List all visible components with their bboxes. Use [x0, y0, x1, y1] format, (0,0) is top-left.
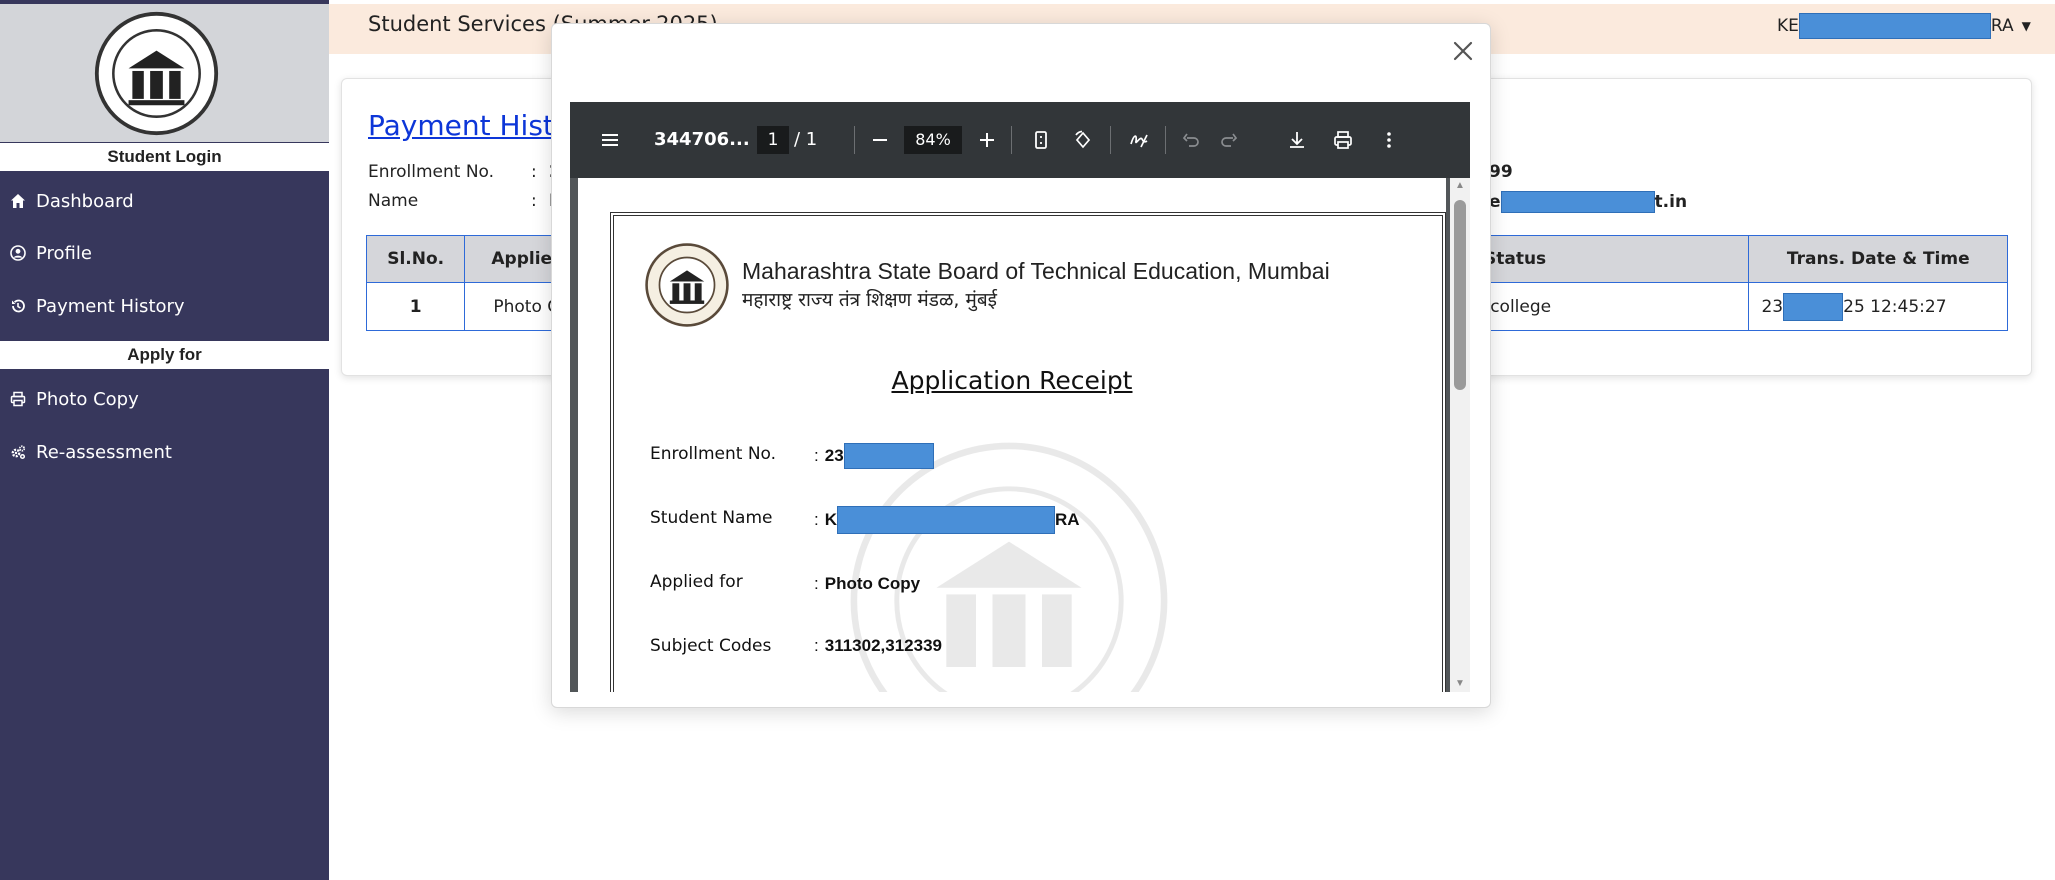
sidebar: Student Login Dashboard Profile Payment … — [0, 0, 329, 880]
name-label: Name — [368, 191, 419, 211]
scroll-thumb[interactable] — [1454, 200, 1466, 390]
more-options-icon[interactable] — [1376, 126, 1402, 154]
pdf-viewer: 344706... 1 / 1 84% Maharashtra State Bo… — [570, 102, 1470, 692]
sidebar-item-label: Profile — [36, 242, 92, 264]
redaction-box — [843, 443, 934, 469]
subject-codes-text: 311302,312339 — [824, 636, 942, 655]
redaction-box — [1783, 292, 1844, 321]
zoom-in-icon[interactable] — [974, 126, 1000, 154]
zoom-out-icon[interactable] — [867, 126, 893, 154]
close-icon[interactable] — [1448, 36, 1478, 66]
board-name-marathi: महाराष्ट्र राज्य तंत्र शिक्षण मंडळ, मुंब… — [742, 289, 998, 311]
sidebar-item-label: Re-assessment — [36, 441, 172, 463]
caret-down-icon: ▼ — [2021, 19, 2031, 33]
column-header: Sl.No. — [365, 235, 466, 283]
redaction-box — [1798, 13, 1991, 39]
sidebar-item-payment-history[interactable]: Payment History — [0, 282, 329, 330]
enrollment-label: Enrollment No. — [368, 162, 495, 182]
pdf-scrollbar[interactable]: ▲ ▼ — [1450, 178, 1470, 692]
date-suffix: 25 12:45:27 — [1843, 296, 1947, 317]
redaction-box — [837, 506, 1056, 534]
board-logo — [645, 243, 729, 327]
undo-icon[interactable] — [1178, 126, 1204, 154]
name-colon: : — [531, 191, 537, 211]
enrollment-prefix: 23 — [824, 446, 844, 465]
cell-sl-no: 1 — [365, 282, 466, 331]
fit-page-icon[interactable] — [1028, 126, 1054, 154]
user-circle-icon — [0, 245, 36, 261]
date-prefix: 23 — [1761, 296, 1784, 317]
redaction-box — [1500, 191, 1655, 213]
user-name-suffix: RA — [1990, 16, 2014, 36]
apply-for-heading: Apply for — [0, 341, 329, 369]
mobile-value: 99 — [1489, 162, 1513, 182]
applied-for-label: Applied for — [650, 572, 743, 592]
sidebar-item-label: Dashboard — [36, 190, 134, 212]
scroll-up-icon[interactable]: ▲ — [1455, 180, 1465, 191]
enrollment-colon: : — [531, 162, 537, 182]
page-number-input[interactable]: 1 — [757, 126, 789, 154]
student-name-prefix: K — [824, 510, 838, 529]
column-header: Trans. Date & Time — [1748, 235, 2008, 283]
enrollment-value: : 23 — [814, 443, 934, 469]
scroll-down-icon[interactable]: ▼ — [1455, 678, 1465, 689]
print-icon — [0, 391, 36, 407]
sidebar-item-profile[interactable]: Profile — [0, 229, 329, 277]
email-suffix: t.in — [1654, 192, 1688, 212]
sidebar-item-re-assessment[interactable]: Re-assessment — [0, 428, 329, 476]
sidebar-item-label: Photo Copy — [36, 388, 139, 410]
redo-icon[interactable] — [1216, 126, 1242, 154]
receipt-modal: 344706... 1 / 1 84% Maharashtra State Bo… — [551, 23, 1491, 708]
toolbar-divider — [1110, 126, 1111, 154]
enrollment-label: Enrollment No. — [650, 444, 777, 464]
sidebar-item-photo-copy[interactable]: Photo Copy — [0, 375, 329, 423]
zoom-level-input[interactable]: 84% — [904, 126, 962, 154]
toolbar-divider — [854, 126, 855, 154]
receipt-heading: Application Receipt — [891, 366, 1133, 395]
rotate-icon[interactable] — [1070, 126, 1096, 154]
history-icon — [0, 298, 36, 314]
download-icon[interactable] — [1284, 126, 1310, 154]
student-name-suffix: RA — [1055, 510, 1080, 529]
user-menu[interactable]: KE RA ▼ — [1777, 13, 2031, 39]
pdf-document-area: Maharashtra State Board of Technical Edu… — [570, 178, 1470, 692]
pdf-page: Maharashtra State Board of Technical Edu… — [578, 178, 1446, 692]
email-value: e t.in — [1489, 191, 1687, 213]
sidebar-item-dashboard[interactable]: Dashboard — [0, 177, 329, 225]
subject-codes-value: : 311302,312339 — [814, 636, 942, 655]
print-icon[interactable] — [1330, 126, 1356, 154]
cogs-icon — [0, 444, 36, 460]
page-total: / 1 — [794, 129, 818, 150]
student-login-heading: Student Login — [0, 143, 329, 171]
pdf-file-name: 344706... — [654, 129, 750, 150]
board-logo — [94, 11, 219, 136]
sidebar-item-label: Payment History — [36, 295, 185, 317]
applied-for-text: Photo Copy — [824, 574, 921, 593]
subject-codes-label: Subject Codes — [650, 636, 772, 656]
applied-for-value: : Photo Copy — [814, 574, 921, 593]
annotate-icon[interactable] — [1126, 126, 1152, 154]
toolbar-divider — [1011, 126, 1012, 154]
board-name: Maharashtra State Board of Technical Edu… — [742, 258, 1330, 284]
student-name-value: : K RA — [814, 506, 1080, 534]
pdf-toolbar: 344706... 1 / 1 84% — [570, 102, 1470, 178]
user-name-prefix: KE — [1777, 16, 1799, 36]
toolbar-divider — [1165, 126, 1166, 154]
student-name-label: Student Name — [650, 508, 773, 528]
home-icon — [0, 193, 36, 209]
menu-icon[interactable] — [596, 126, 624, 154]
cell-date: 23 25 12:45:27 — [1748, 282, 2008, 331]
logo-area — [0, 4, 329, 142]
